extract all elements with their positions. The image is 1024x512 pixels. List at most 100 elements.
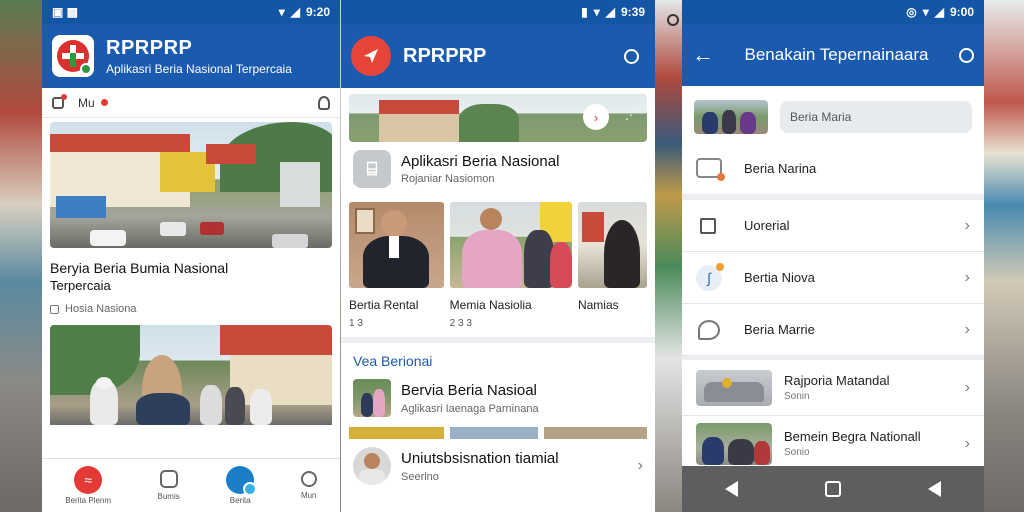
feature-row[interactable]: ⌸ Aplikasri Beria Nasional Rojaniar Nasi… — [341, 142, 655, 196]
app-name: RPRPRP — [403, 44, 487, 67]
list-item[interactable]: Bervia Beria Nasioal Aglikasri Iaenaga P… — [341, 375, 655, 421]
menu-item-label: Beria Marrie — [744, 322, 815, 337]
app-header: RPRPRP — [341, 24, 655, 88]
list-item-title: Uniutsbsisnation tiamial — [401, 449, 559, 467]
feature-banner[interactable]: › ⋰ — [341, 88, 655, 142]
home-news-icon: ≈ — [74, 466, 103, 494]
news-photo-street — [50, 122, 332, 248]
news-meta: Hosia Nasiona — [65, 303, 137, 315]
news-title: Beryia Beria Bumia Nasional — [50, 260, 229, 276]
play-icon[interactable]: › — [583, 104, 609, 130]
list-thumbnail — [353, 447, 391, 485]
list-item[interactable]: Uniutsbsisnation tiamial Seerino › — [341, 439, 655, 493]
chevron-right-icon: › — [637, 457, 643, 474]
share-icon[interactable]: ⋰ — [625, 108, 637, 122]
app-logo-icon[interactable] — [351, 36, 391, 76]
feature-title: Aplikasri Beria Nasional — [401, 153, 560, 170]
nav-item-home[interactable]: ≈ Berita Plenm — [65, 466, 111, 505]
chevron-right-icon: › — [964, 268, 970, 286]
nav-item-search[interactable]: Mun — [300, 471, 317, 500]
back-icon[interactable]: ← — [692, 42, 714, 68]
news-card-1[interactable]: Beryia Beria Bumia Nasional Terpercaia H… — [42, 118, 340, 315]
menu-item-uorerial[interactable]: Uorerial › — [682, 200, 984, 252]
list-item-sub: Seerino — [401, 470, 439, 483]
section-label: Vea Berionai — [353, 353, 433, 369]
tab-row: Mu — [42, 88, 340, 118]
menu-item-beria-marrie[interactable]: Beria Marrie › — [682, 304, 984, 356]
bottom-nav: ≈ Berita Plenm Bumis Berita Mun — [42, 458, 340, 512]
search-icon[interactable] — [624, 48, 639, 64]
back-triangle-icon[interactable] — [725, 481, 739, 497]
menu-item-sub: Sonin — [784, 391, 810, 402]
checkbox-icon[interactable] — [700, 217, 716, 234]
gallery-card[interactable]: Memia Nasiolia 2 3 3 — [449, 202, 572, 329]
profile-icon[interactable] — [318, 95, 330, 110]
news-photo-people — [50, 325, 332, 425]
nav-label-home: Berita Plenm — [65, 496, 112, 505]
background-gap-strip — [655, 0, 682, 512]
status-bar: ▮ ▾ ◢ 9:39 — [341, 0, 655, 24]
menu-item-beria-narina[interactable]: Beria Narina — [682, 142, 984, 194]
chat-bubble-icon — [698, 319, 720, 340]
menu-item-label: Bemein Begra Nationall — [784, 429, 921, 444]
chevron-right-icon: › — [964, 378, 970, 396]
status-time: 9:20 — [305, 5, 330, 19]
menu-item-label: Beria Narina — [744, 160, 817, 176]
recent-triangle-icon[interactable] — [927, 481, 941, 497]
app-header: RPRPRP Aplikasri Beria Nasional Terperca… — [42, 24, 340, 88]
globe-icon — [226, 466, 258, 496]
wifi-icon: ▾ — [922, 5, 929, 19]
chevron-right-icon: › — [964, 320, 970, 338]
search-field[interactable]: Beria Maria — [780, 101, 972, 133]
bell-icon[interactable] — [52, 93, 67, 109]
search-field-text: Beria Maria — [790, 110, 852, 124]
nav-label-search: Mun — [300, 491, 317, 500]
banner-photo: › ⋰ — [349, 94, 647, 142]
gallery-card[interactable]: Namias — [577, 202, 647, 329]
news-card-2[interactable] — [42, 315, 340, 425]
gallery-row: Bertia Rental 1 3 Memia Nasiolia 2 3 3 N… — [341, 196, 655, 329]
menu-item-rajporia[interactable]: Rajporia Matandal Sonin › — [682, 360, 984, 416]
menu-item-bemein[interactable]: Bemein Begra Nationall Sonio › — [682, 416, 984, 472]
gallery-title: Bertia Rental — [349, 298, 419, 312]
nav-label-berita: Berita — [229, 496, 251, 505]
background-left-street — [0, 0, 44, 512]
status-time: 9:00 — [949, 5, 974, 19]
signal-icon: ◢ — [934, 5, 944, 19]
gallery-meta: 2 3 3 — [449, 318, 472, 329]
system-nav-bar — [682, 466, 984, 512]
app-header: ← Benakain Tepernainaara — [682, 24, 984, 86]
menu-item-sub: Sonio — [784, 447, 810, 458]
app-name: RPRPRP — [106, 36, 193, 59]
page-title: Benakain Tepernainaara — [744, 45, 929, 64]
feature-icon: ⌸ — [353, 150, 391, 188]
feather-icon: ∫ — [696, 262, 724, 291]
tab-label[interactable]: Mu — [78, 96, 95, 110]
menu-item-bertia-niova[interactable]: ∫ Bertia Niova › — [682, 252, 984, 304]
search-thumbnail — [694, 100, 768, 134]
search-icon[interactable] — [959, 47, 974, 63]
home-square-icon[interactable] — [824, 481, 841, 497]
notification-dot — [100, 99, 108, 106]
gallery-photo-woman — [577, 202, 647, 288]
phone-screen-home: ▣ ▩ ▾ ◢ 9:20 RPRPRP Aplikasri Beria Nasi… — [42, 0, 340, 512]
search-icon — [300, 471, 317, 487]
feature-subtitle: Rojaniar Nasiomon — [401, 173, 495, 185]
chevron-right-icon: › — [964, 216, 970, 234]
gallery-title: Memia Nasiolia — [449, 298, 532, 312]
list-item-sub: Aglikasri Iaenaga Parninana — [401, 402, 539, 415]
nav-label-bumis: Bumis — [157, 492, 180, 501]
phone-screen-menu: ◎ ▾ ◢ 9:00 ← Benakain Tepernainaara Beri… — [682, 0, 984, 512]
thumb-strip — [341, 421, 655, 439]
nav-item-bumis[interactable]: Bumis — [158, 470, 180, 501]
menu-item-label: Bertia Niova — [744, 270, 815, 285]
list-item-title: Bervia Beria Nasioal — [401, 381, 537, 399]
search-icon — [667, 14, 679, 26]
gallery-card[interactable]: Bertia Rental 1 3 — [349, 202, 444, 329]
search-row: Beria Maria — [682, 86, 984, 142]
app-logo-icon[interactable] — [52, 35, 94, 77]
wifi-icon: ▾ — [593, 5, 600, 19]
nav-item-berita[interactable]: Berita — [226, 466, 258, 505]
status-left-icons: ▣ ▩ — [52, 5, 79, 19]
app-tagline: Aplikasri Beria Nasional Terpercaia — [106, 61, 292, 76]
